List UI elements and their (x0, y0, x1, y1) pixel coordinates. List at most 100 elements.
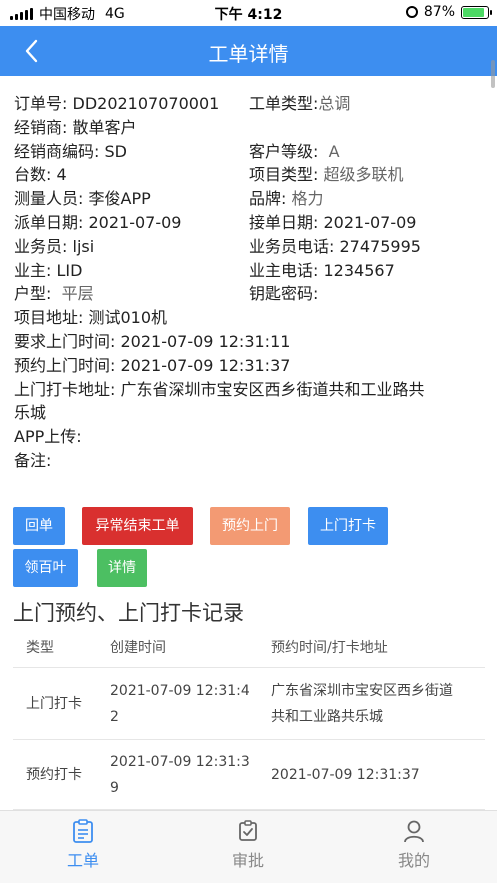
book-visit-button[interactable]: 预约上门 (210, 507, 290, 545)
surveyor-label: 测量人员: (14, 189, 84, 209)
project-type-value: 超级多联机 (323, 165, 404, 185)
detail-row: 派单日期: 2021-07-09 接单日期: 2021-07-09 (14, 211, 489, 235)
record-info-line1: 2021-07-09 12:31:37 (271, 767, 420, 783)
detail-row: 经销商: 散单客户 (14, 116, 489, 140)
table-row: 预约打卡 2021-07-09 12:31:3 9 2021-07-09 12:… (13, 740, 485, 810)
record-created-line2: 2 (110, 709, 119, 725)
house-type-value: 平层 (61, 284, 94, 304)
dispatch-date-value: 2021-07-09 (88, 212, 182, 232)
record-created-line2: 9 (110, 780, 119, 796)
detail-row: APP上传: (14, 425, 489, 449)
column-header-type: 类型 (26, 640, 54, 656)
tab-label: 工单 (66, 851, 99, 870)
app-upload-label: APP上传: (14, 427, 82, 447)
owner-phone-label: 业主电话: (249, 260, 319, 280)
project-address-value: 测试010机 (88, 308, 168, 328)
project-type-label: 项目类型: (249, 165, 319, 185)
record-type: 预约打卡 (26, 767, 82, 783)
status-bar: 中国移动 4G 下午 4:12 87% (0, 0, 497, 26)
detail-row: 户型: 平层 钥匙密码: (14, 282, 489, 306)
page-title: 工单详情 (208, 42, 289, 66)
customer-level-value: A (328, 141, 340, 161)
order-no-label: 订单号: (14, 94, 68, 113)
user-icon (404, 820, 424, 843)
required-visit-value: 2021-07-09 12:31:11 (120, 331, 291, 351)
brand-label: 品牌: (249, 189, 287, 209)
tab-work-order[interactable]: 工单 (33, 819, 133, 871)
salesman-label: 业务员: (14, 236, 68, 256)
checkin-address-label: 上门打卡地址: (14, 379, 116, 399)
abnormal-end-button[interactable]: 异常结束工单 (82, 507, 193, 545)
table-header: 类型 创建时间 预约时间/打卡地址 (13, 628, 485, 668)
detail-row: 乐城 (14, 401, 489, 425)
key-password-label: 钥匙密码: (249, 284, 319, 304)
records-table: 类型 创建时间 预约时间/打卡地址 上门打卡 2021-07-09 12:31:… (13, 628, 485, 810)
accept-date-label: 接单日期: (249, 212, 319, 232)
required-visit-label: 要求上门时间: (14, 331, 116, 351)
accept-date-value: 2021-07-09 (323, 212, 417, 232)
tab-label: 我的 (397, 851, 430, 870)
owner-label: 业主: (14, 260, 52, 280)
table-row: 上门打卡 2021-07-09 12:31:4 2 广东省深圳市宝安区西乡街道 … (13, 668, 485, 740)
detail-row: 测量人员: 李俊APP 品牌: 格力 (14, 187, 489, 211)
detail-button[interactable]: 详情 (97, 549, 147, 587)
detail-row: 业务员: ljsi 业务员电话: 27475995 (14, 235, 489, 259)
records-title: 上门预约、上门打卡记录 (13, 601, 244, 625)
surveyor-value: 李俊APP (88, 189, 151, 209)
detail-row: 上门打卡地址: 广东省深圳市宝安区西乡街道共和工业路共 (14, 378, 489, 402)
record-info-line1: 广东省深圳市宝安区西乡街道 (271, 683, 453, 699)
salesman-phone-label: 业务员电话: (249, 236, 335, 256)
dealer-code-label: 经销商编码: (14, 141, 100, 161)
battery-icon (461, 5, 492, 19)
brand-value: 格力 (291, 189, 324, 209)
units-label: 台数: (14, 165, 52, 185)
order-type-label: 工单类型: (249, 94, 319, 113)
status-right: 87% (405, 4, 492, 20)
tab-profile[interactable]: 我的 (364, 819, 464, 871)
detail-row: 预约上门时间: 2021-07-09 12:31:37 (14, 354, 489, 378)
house-type-label: 户型: (14, 284, 52, 304)
salesman-phone-value: 27475995 (339, 236, 421, 256)
order-no-value: DD202107070001 (72, 94, 220, 113)
column-header-created: 创建时间 (110, 640, 166, 656)
approval-icon (239, 820, 257, 841)
order-details: 订单号: DD202107070001 工单类型:总调 经销商: 散单客户 经销… (14, 92, 489, 473)
detail-row: 要求上门时间: 2021-07-09 12:31:11 (14, 330, 489, 354)
owner-value: LID (56, 260, 83, 280)
record-type: 上门打卡 (26, 696, 82, 712)
units-value: 4 (56, 165, 67, 185)
detail-row: 台数: 4 项目类型: 超级多联机 (14, 163, 489, 187)
tab-approval[interactable]: 审批 (198, 819, 298, 871)
record-created: 2021-07-09 12:31:4 2 (110, 678, 250, 730)
record-created-line1: 2021-07-09 12:31:3 (110, 754, 250, 770)
checkin-address-continued: 乐城 (14, 403, 47, 423)
detail-row: 订单号: DD202107070001 工单类型:总调 (14, 92, 489, 116)
bottom-tab-bar: 工单 审批 我的 (0, 810, 497, 883)
order-type-value: 总调 (318, 94, 351, 113)
dealer-value: 散单客户 (72, 117, 137, 137)
project-address-label: 项目地址: (14, 308, 84, 328)
booked-visit-value: 2021-07-09 12:31:37 (120, 355, 291, 375)
detail-row: 业主: LID 业主电话: 1234567 (14, 259, 489, 283)
column-header-info: 预约时间/打卡地址 (271, 640, 388, 656)
salesman-value: ljsi (72, 236, 95, 256)
checkin-address-value: 广东省深圳市宝安区西乡街道共和工业路共 (120, 379, 425, 399)
tab-label: 审批 (231, 851, 264, 870)
reply-button[interactable]: 回单 (13, 507, 65, 545)
dealer-label: 经销商: (14, 117, 68, 137)
louver-button[interactable]: 领百叶 (13, 549, 78, 587)
owner-phone-value: 1234567 (323, 260, 395, 280)
scroll-indicator[interactable] (491, 60, 495, 88)
nav-header: 工单详情 (0, 26, 497, 76)
record-info-line2: 共和工业路共乐城 (271, 709, 383, 725)
alarm-icon (405, 6, 418, 18)
detail-row: 备注: (14, 449, 489, 473)
booked-visit-label: 预约上门时间: (14, 355, 116, 375)
record-created: 2021-07-09 12:31:3 9 (110, 749, 250, 801)
battery-percent: 87% (423, 4, 455, 20)
record-created-line1: 2021-07-09 12:31:4 (110, 683, 250, 699)
detail-row: 经销商编码: SD 客户等级: A (14, 140, 489, 164)
checkin-button[interactable]: 上门打卡 (308, 507, 388, 545)
detail-row: 项目地址: 测试010机 (14, 306, 489, 330)
record-info: 广东省深圳市宝安区西乡街道 共和工业路共乐城 (271, 678, 453, 730)
